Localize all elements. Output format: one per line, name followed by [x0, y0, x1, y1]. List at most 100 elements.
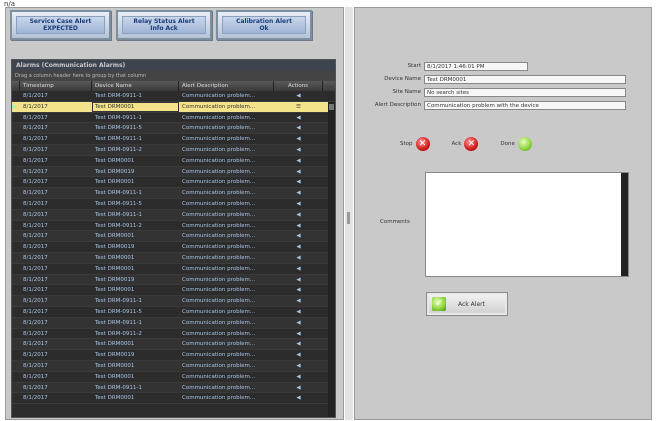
- alert-description-cell: Communication problem...: [182, 244, 256, 251]
- table-row[interactable]: 8/1/2017 Test DRM-0911-1 Communication pro…: [12, 188, 335, 199]
- action-cell[interactable]: ◀: [274, 296, 323, 306]
- device-name-cell: Test DRM-0911-5: [95, 125, 142, 132]
- table-row[interactable]: 8/1/2017 Test DRM0019 Communication proble…: [12, 166, 335, 178]
- action-cell[interactable]: ◀: [274, 145, 323, 155]
- action-cell[interactable]: ◀: [274, 307, 323, 317]
- status-done: Done: [500, 137, 532, 151]
- table-row[interactable]: 8/1/2017 Test DRM-0911-1 Communication pro…: [12, 317, 335, 329]
- timestamp-cell: 8/1/2017: [23, 200, 48, 207]
- table-row[interactable]: 8/1/2017 Test DRM0019 Communication proble…: [12, 242, 335, 253]
- table-row[interactable]: 8/1/2017 Test DRM0019 Communication proble…: [12, 350, 335, 361]
- action-cell[interactable]: ◀: [274, 156, 323, 166]
- action-cell[interactable]: ◀: [274, 231, 323, 241]
- table-row[interactable]: 8/1/2017 Test DRM-0911-1 Communication pro…: [12, 382, 335, 394]
- row-indicator: [12, 372, 20, 382]
- timestamp-cell: 8/1/2017: [23, 103, 48, 110]
- relay-status-alert-button[interactable]: Relay Status Alert Info Ack: [116, 10, 212, 40]
- timestamp-cell: 8/1/2017: [23, 395, 48, 402]
- alert-description-cell: Communication problem...: [182, 287, 256, 294]
- table-row[interactable]: 8/1/2017 Test DRM-0911-1 Communication pro…: [12, 209, 335, 221]
- button-status: Ok: [259, 25, 269, 32]
- action-cell[interactable]: ◀: [274, 339, 323, 349]
- action-cell[interactable]: ◀: [274, 329, 323, 339]
- comments-textarea[interactable]: [425, 172, 629, 277]
- action-cell[interactable]: ◀: [274, 91, 323, 101]
- timestamp-cell: 8/1/2017: [23, 244, 48, 251]
- action-cell[interactable]: ◀: [274, 275, 323, 285]
- action-cell[interactable]: ◀: [274, 393, 323, 403]
- header-timestamp[interactable]: Timestamp: [20, 81, 92, 91]
- table-row[interactable]: 8/1/2017 Test DRM-0911-2 Communication pro…: [12, 329, 335, 340]
- table-row[interactable]: 8/1/2017 Test DRM-0911-1 Communication pro…: [12, 91, 335, 102]
- table-row[interactable]: 8/1/2017 Test DRM-0911-2 Communication pro…: [12, 144, 335, 156]
- action-cell[interactable]: ◀: [274, 188, 323, 198]
- table-row[interactable]: 8/1/2017 Test DRM0001 Communication proble…: [12, 285, 335, 297]
- table-row[interactable]: 8/1/2017 Test DRM0001 Communication proble…: [12, 360, 335, 372]
- table-row[interactable]: 8/1/2017 Test DRM-0911-1 Communication pro…: [12, 134, 335, 145]
- table-row[interactable]: 8/1/2017 Test DRM0001 Communication proble…: [12, 156, 335, 167]
- button-label: Calibration Alert: [236, 18, 292, 25]
- alert-description-input[interactable]: Communication problem with the device: [424, 100, 626, 110]
- table-row[interactable]: 8/1/2017 Test DRM0001 Communication proble…: [12, 252, 335, 264]
- header-alert-description[interactable]: Alert Description: [179, 81, 274, 91]
- table-row[interactable]: 8/1/2017 Test DRM0001 Communication proble…: [12, 231, 335, 243]
- action-cell[interactable]: ◀: [274, 242, 323, 252]
- grid-scroll-thumb[interactable]: [329, 104, 334, 110]
- panel-splitter[interactable]: [345, 7, 353, 420]
- comments-scrollbar[interactable]: [621, 173, 628, 276]
- action-cell[interactable]: ◀: [274, 210, 323, 220]
- table-row[interactable]: 8/1/2017 Test DRM0001 Communication proble…: [12, 372, 335, 383]
- timestamp-cell: 8/1/2017: [23, 254, 48, 261]
- table-row[interactable]: 8/1/2017 Test DRM0001 Communication proble…: [12, 339, 335, 351]
- table-row[interactable]: 8/1/2017 Test DRM0019 Communication proble…: [12, 274, 335, 286]
- header-indicator[interactable]: [12, 81, 20, 91]
- status-label: Done: [500, 141, 515, 147]
- table-row[interactable]: 8/1/2017 Test DRM0001 Communication proble…: [12, 177, 335, 189]
- action-cell[interactable]: ◀: [274, 372, 323, 382]
- action-cell[interactable]: ◀: [274, 199, 323, 209]
- action-cell[interactable]: ◀: [274, 350, 323, 360]
- action-cell[interactable]: ◀: [274, 221, 323, 231]
- table-row[interactable]: 8/1/2017 Test DRM-0911-1 Communication pro…: [12, 296, 335, 307]
- device-name-cell: Test DRM-0911-1: [95, 136, 142, 143]
- table-row[interactable]: 8/1/2017 Test DRM-0911-5 Communication pro…: [12, 123, 335, 135]
- grid-scrollbar[interactable]: [328, 102, 335, 417]
- device-name-cell: Test DRM0001: [95, 265, 135, 272]
- action-cell[interactable]: ◀: [274, 383, 323, 393]
- action-cell[interactable]: ◀: [274, 253, 323, 263]
- row-indicator: [12, 329, 20, 339]
- service-case-alert-button[interactable]: Service Case Alert EXPECTED: [10, 10, 111, 40]
- action-cell[interactable]: ◀: [274, 361, 323, 371]
- action-cell[interactable]: ◀: [274, 113, 323, 123]
- action-cell[interactable]: ◀: [274, 264, 323, 274]
- table-row[interactable]: 8/1/2017 Test DRM0001 Communication proble…: [12, 264, 335, 275]
- header-actions[interactable]: Actions: [274, 81, 323, 91]
- action-cell[interactable]: ☰: [274, 102, 323, 112]
- action-cell[interactable]: ◀: [274, 134, 323, 144]
- action-cell[interactable]: ◀: [274, 177, 323, 187]
- action-cell[interactable]: ◀: [274, 167, 323, 177]
- alert-description-cell: Communication problem...: [182, 222, 256, 229]
- start-input[interactable]: 8/1/2017 1:46:01 PM: [424, 61, 528, 71]
- splitter-grip[interactable]: [347, 212, 350, 224]
- action-cell[interactable]: ◀: [274, 285, 323, 295]
- table-row[interactable]: 8/1/2017 Test DRM-0911-5 Communication pro…: [12, 307, 335, 318]
- table-row[interactable]: 8/1/2017 Test DRM-0911-1 Communication pro…: [12, 113, 335, 124]
- group-by-bar[interactable]: Drag a column header here to group by th…: [12, 71, 335, 81]
- device-name-input[interactable]: Test DRM0001: [424, 74, 626, 84]
- action-cell[interactable]: ◀: [274, 123, 323, 133]
- ack-alert-button[interactable]: ✓ Ack Alert: [426, 292, 508, 316]
- row-indicator: [12, 199, 20, 209]
- action-cell[interactable]: ◀: [274, 318, 323, 328]
- table-row[interactable]: ▶ 8/1/2017 Test DRM0001 Communication probl…: [12, 101, 335, 113]
- table-row[interactable]: 8/1/2017 Test DRM-0911-2 Communication pro…: [12, 221, 335, 232]
- site-name-input[interactable]: No search sites: [424, 87, 626, 97]
- button-status: Info Ack: [150, 25, 178, 32]
- table-row[interactable]: 8/1/2017 Test DRM0001 Communication proble…: [12, 393, 335, 405]
- table-row[interactable]: 8/1/2017 Test DRM-0911-5 Communication pro…: [12, 199, 335, 210]
- alert-description-cell: Communication problem...: [182, 146, 256, 153]
- header-device-name[interactable]: Device Name: [92, 81, 179, 91]
- calibration-alert-button[interactable]: Calibration Alert Ok: [216, 10, 312, 40]
- field-label: Alert Description: [374, 102, 421, 108]
- timestamp-cell: 8/1/2017: [23, 308, 48, 315]
